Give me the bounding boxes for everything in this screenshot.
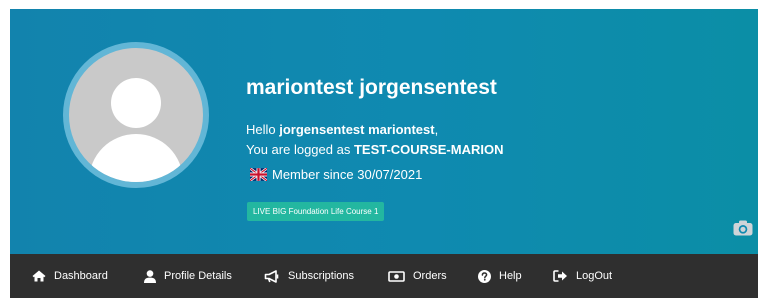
nav-label: Profile Details — [164, 270, 232, 282]
question-circle-icon — [478, 269, 491, 283]
greeting-prefix: Hello — [246, 122, 280, 137]
nav-label: Dashboard — [54, 270, 108, 282]
greeting-name: jorgensentest mariontest — [279, 122, 435, 137]
logged-prefix: You are logged as — [246, 142, 354, 157]
user-placeholder-icon — [69, 48, 203, 182]
nav-orders[interactable]: Orders — [388, 254, 447, 298]
member-since-label: Member since 30/07/2021 — [272, 167, 423, 182]
nav-dashboard[interactable]: Dashboard — [32, 254, 108, 298]
avatar[interactable] — [63, 42, 209, 188]
nav-label: Help — [499, 270, 522, 282]
course-badge[interactable]: LIVE BIG Foundation Life Course 1 — [247, 202, 385, 221]
uk-flag-icon — [250, 168, 267, 181]
greeting-suffix: , — [434, 122, 439, 137]
user-icon — [144, 269, 156, 283]
profile-name: mariontest jorgensentest — [246, 76, 497, 99]
megaphone-icon — [264, 269, 279, 283]
logged-user: TEST-COURSE-MARION — [353, 142, 504, 157]
nav-label: Orders — [413, 270, 447, 282]
greeting-text: Hello jorgensentest mariontest, — [246, 122, 438, 137]
nav-subscriptions[interactable]: Subscriptions — [264, 254, 354, 298]
camera-icon[interactable] — [733, 220, 753, 236]
profile-header: mariontest jorgensentest Hello jorgensen… — [10, 9, 758, 254]
nav-label: Subscriptions — [288, 270, 355, 282]
money-bill-icon — [388, 270, 405, 282]
logged-as-text: You are logged as TEST-COURSE-MARION — [246, 142, 503, 157]
member-since: Member since 30/07/2021 — [250, 167, 422, 182]
nav-logout[interactable]: LogOut — [553, 254, 612, 298]
nav-label: LogOut — [576, 270, 613, 282]
nav-help[interactable]: Help — [478, 254, 522, 298]
sign-out-icon — [553, 270, 567, 282]
home-icon — [32, 270, 46, 282]
profile-navbar: Dashboard Profile Details Subscriptions … — [10, 254, 758, 298]
nav-profile-details[interactable]: Profile Details — [144, 254, 232, 298]
